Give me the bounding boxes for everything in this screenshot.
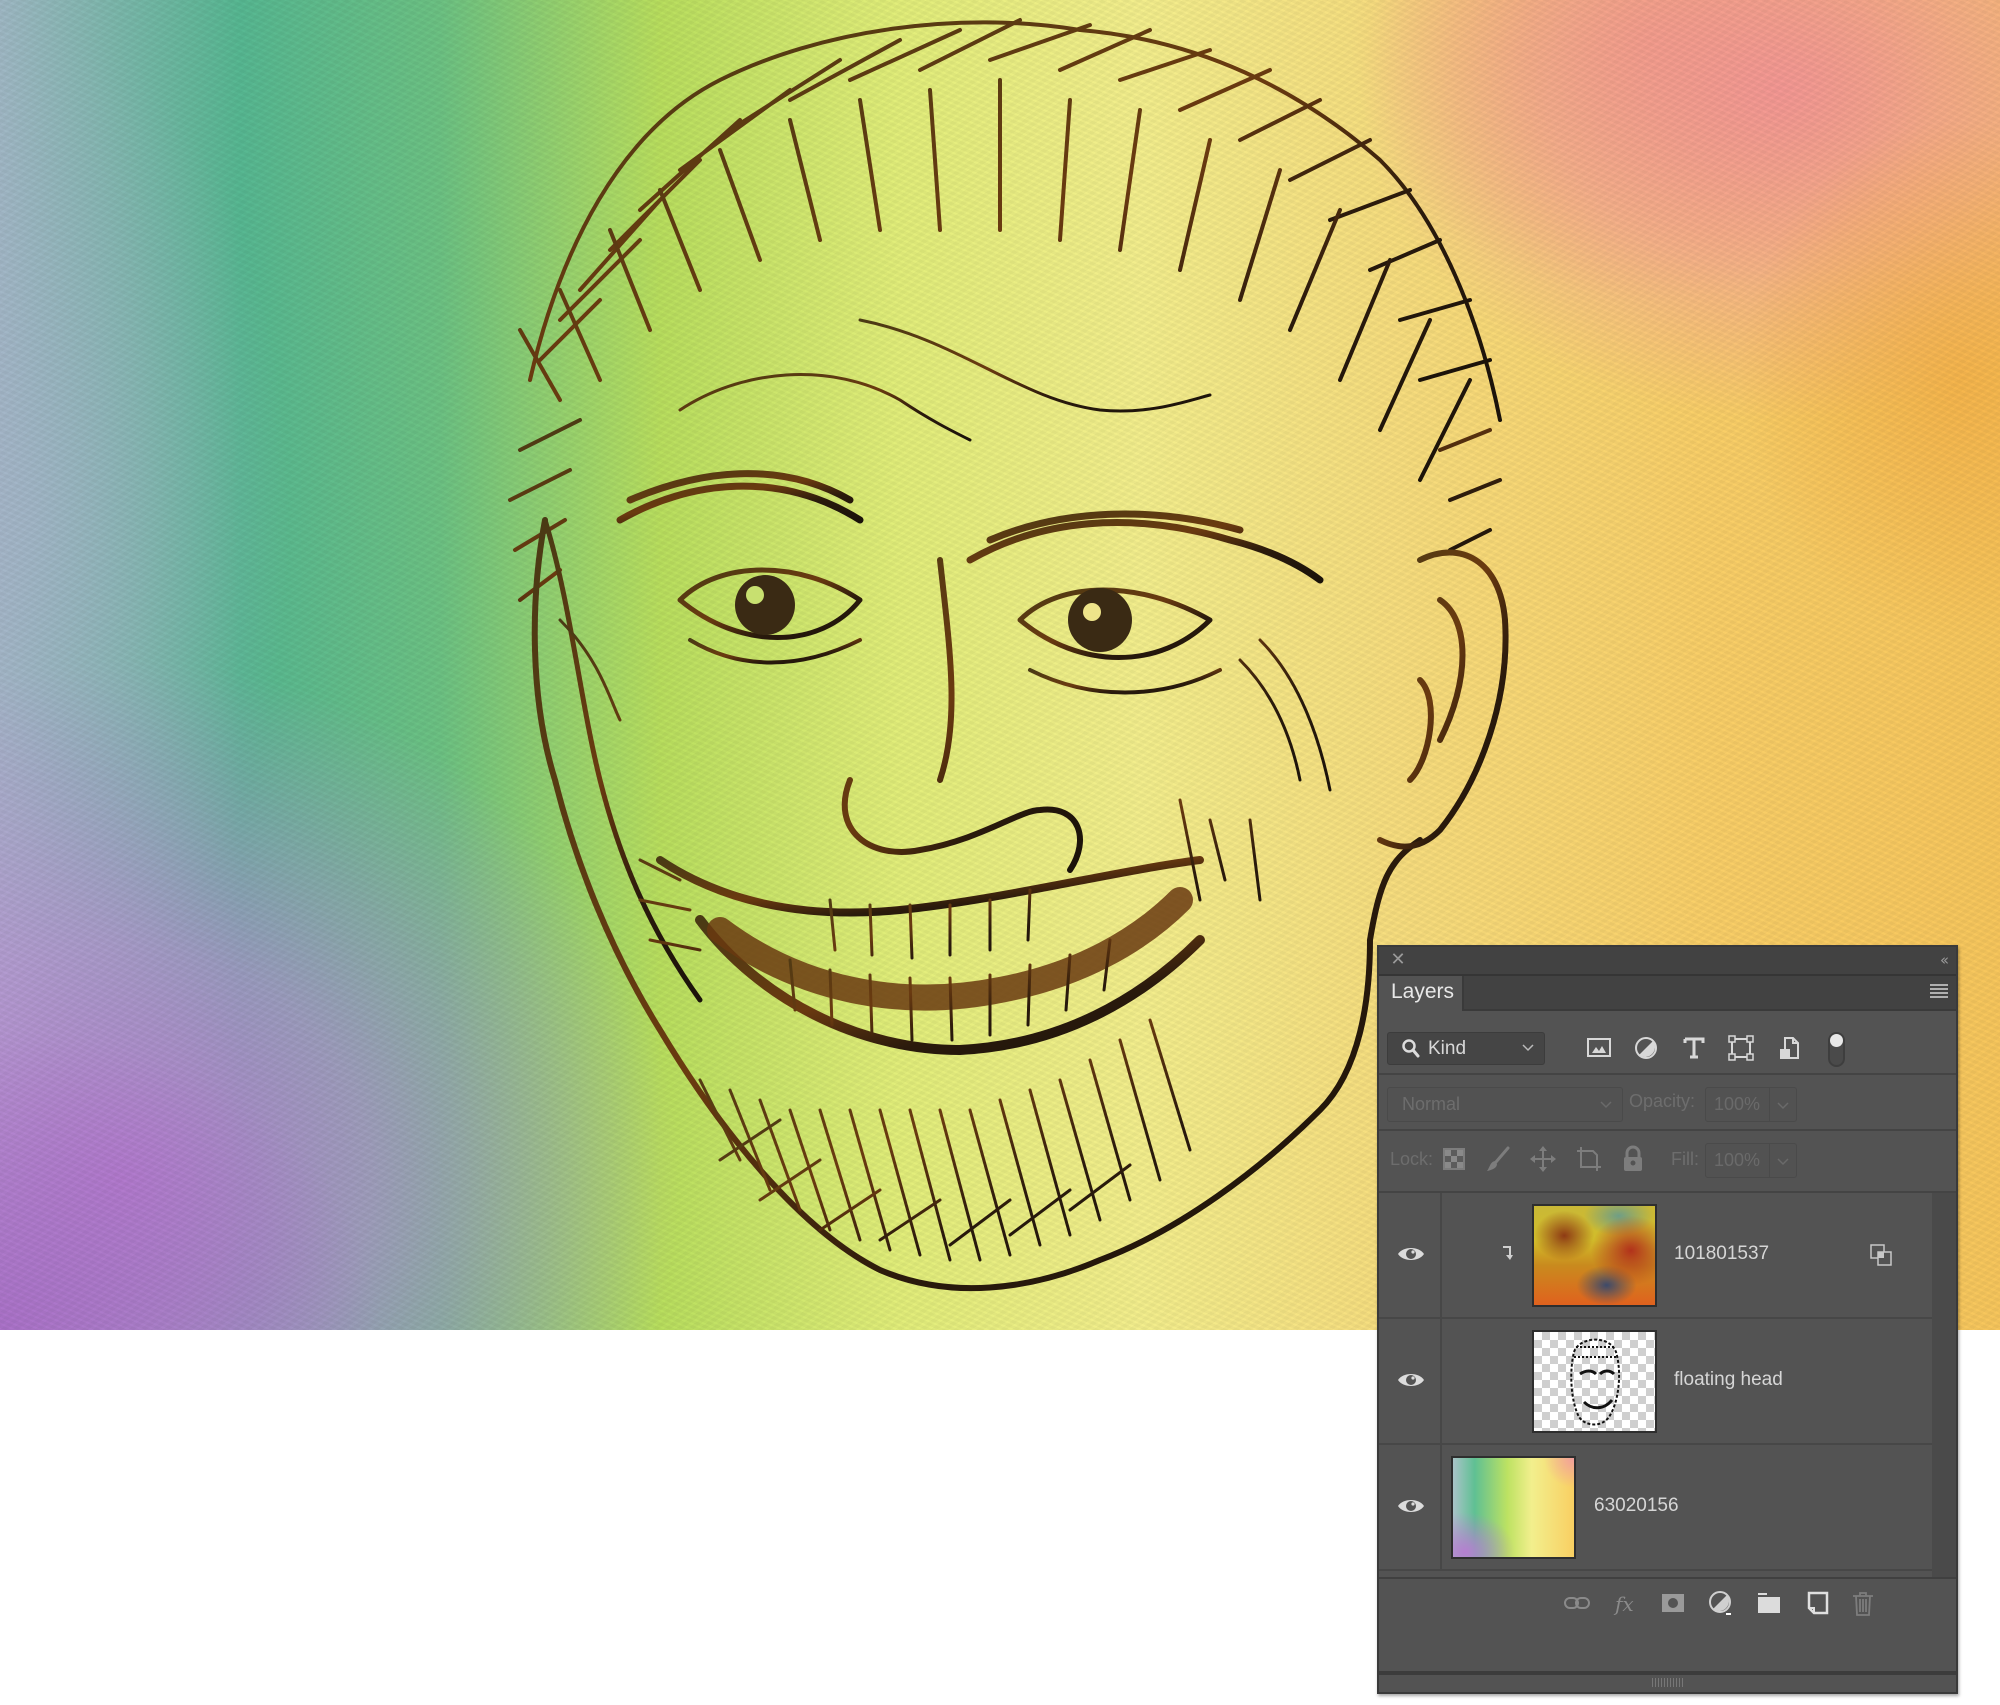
pixel-layer-filter-icon[interactable] <box>1585 1034 1613 1062</box>
link-layers-icon[interactable] <box>1563 1589 1591 1617</box>
hair-strokes <box>508 18 1502 602</box>
lock-label: Lock: <box>1390 1149 1434 1169</box>
clipping-mask-arrow-icon <box>1503 1246 1513 1260</box>
eye-visibility-icon[interactable] <box>1397 1245 1425 1263</box>
left-eyebrow <box>616 470 864 524</box>
layer-style-fx-icon[interactable]: fx <box>1611 1589 1639 1617</box>
layer-thumbnail[interactable] <box>1532 1204 1657 1307</box>
smart-object-filter-icon[interactable] <box>1775 1034 1803 1062</box>
fill-label: Fill: <box>1671 1149 1699 1169</box>
lock-row: Lock: Fill: 100% <box>1379 1131 1956 1193</box>
chevron-down-icon <box>1600 1101 1612 1109</box>
layers-scrollbar[interactable] <box>1932 1193 1956 1577</box>
layers-list: 101801537 floating head 63020156 <box>1379 1193 1932 1577</box>
opacity-field[interactable]: 100% <box>1705 1087 1797 1122</box>
chevron-down-icon[interactable] <box>1777 1155 1789 1167</box>
lock-all-icon[interactable] <box>1619 1145 1647 1173</box>
smart-object-badge-icon <box>1870 1244 1892 1266</box>
fill-value: 100% <box>1714 1150 1761 1170</box>
visibility-column <box>1379 1319 1442 1443</box>
search-icon <box>1402 1039 1420 1058</box>
panel-resize-grip[interactable] <box>1379 1671 1956 1692</box>
tab-layers[interactable]: Layers <box>1379 976 1464 1011</box>
adjustment-layer-filter-icon[interactable] <box>1632 1034 1660 1062</box>
layer-thumbnail[interactable] <box>1451 1456 1576 1559</box>
layers-panel: ✕ ‹‹ Layers Kind Normal Opacity: 100% Lo… <box>1377 945 1958 1694</box>
shape-layer-filter-icon[interactable] <box>1727 1034 1755 1062</box>
visibility-column <box>1379 1193 1442 1317</box>
type-layer-filter-icon[interactable] <box>1680 1034 1708 1062</box>
eye-visibility-icon[interactable] <box>1397 1497 1425 1515</box>
lock-image-pixels-icon[interactable] <box>1484 1145 1512 1173</box>
ear <box>1377 549 1509 850</box>
chevron-down-icon[interactable] <box>1777 1099 1789 1111</box>
panel-footer: fx <box>1379 1577 1956 1627</box>
field-divider <box>1769 1144 1770 1177</box>
right-eye <box>1017 587 1222 695</box>
lock-position-icon[interactable] <box>1529 1145 1557 1173</box>
layer-row[interactable]: 101801537 <box>1379 1193 1932 1319</box>
layer-thumbnail[interactable] <box>1532 1330 1657 1433</box>
mouth-upper <box>656 856 1204 917</box>
visibility-column <box>1379 1445 1442 1569</box>
fill-field[interactable]: 100% <box>1705 1143 1797 1178</box>
new-group-folder-icon[interactable] <box>1755 1589 1783 1617</box>
eye-visibility-icon[interactable] <box>1397 1371 1425 1389</box>
nose <box>841 557 1083 873</box>
forehead-wrinkle <box>678 373 972 442</box>
filter-on-off-toggle[interactable] <box>1828 1032 1845 1067</box>
blend-mode-value: Normal <box>1402 1094 1461 1114</box>
layer-name[interactable]: floating head <box>1674 1369 1783 1391</box>
layer-name[interactable]: 101801537 <box>1674 1243 1769 1265</box>
layer-name[interactable]: 63020156 <box>1594 1495 1679 1517</box>
panel-menu-icon[interactable] <box>1930 984 1948 1000</box>
left-eye <box>677 567 863 665</box>
new-adjustment-layer-icon[interactable] <box>1707 1589 1735 1617</box>
new-layer-icon[interactable] <box>1803 1589 1831 1617</box>
filter-kind-select[interactable]: Kind <box>1387 1032 1545 1065</box>
tab-layers-label: Layers <box>1391 980 1455 1003</box>
opacity-label: Opacity: <box>1629 1091 1696 1111</box>
right-eyebrow <box>966 510 1324 584</box>
close-icon[interactable]: ✕ <box>1388 949 1408 971</box>
filter-kind-label: Kind <box>1428 1038 1467 1059</box>
layer-row[interactable]: 63020156 <box>1379 1445 1932 1571</box>
layer-row[interactable]: floating head <box>1379 1319 1932 1445</box>
lock-transparent-pixels-icon[interactable] <box>1440 1145 1468 1173</box>
blend-row: Normal Opacity: 100% <box>1379 1075 1956 1131</box>
collapse-double-chevron-icon[interactable]: ‹‹ <box>1940 949 1949 971</box>
blend-mode-select[interactable]: Normal <box>1387 1087 1623 1122</box>
field-divider <box>1769 1088 1770 1121</box>
lock-artboard-icon[interactable] <box>1575 1145 1603 1173</box>
svg-text:fx: fx <box>1613 1592 1634 1616</box>
chevron-down-icon <box>1522 1044 1534 1052</box>
beard-hatching <box>638 798 1262 1262</box>
grip-lines-icon[interactable] <box>1651 1678 1684 1687</box>
panel-tab-bar: Layers <box>1379 976 1956 1011</box>
delete-layer-trash-icon[interactable] <box>1849 1589 1877 1617</box>
left-cheek-line <box>542 517 703 1003</box>
opacity-value: 100% <box>1714 1094 1761 1114</box>
add-mask-icon[interactable] <box>1659 1589 1687 1617</box>
panel-titlebar[interactable]: ✕ ‹‹ <box>1379 947 1956 976</box>
layer-filter-row: Kind <box>1379 1011 1956 1075</box>
face-sketch-thumbnail-icon <box>1570 1338 1621 1426</box>
forehead-wrinkle <box>858 318 1212 413</box>
